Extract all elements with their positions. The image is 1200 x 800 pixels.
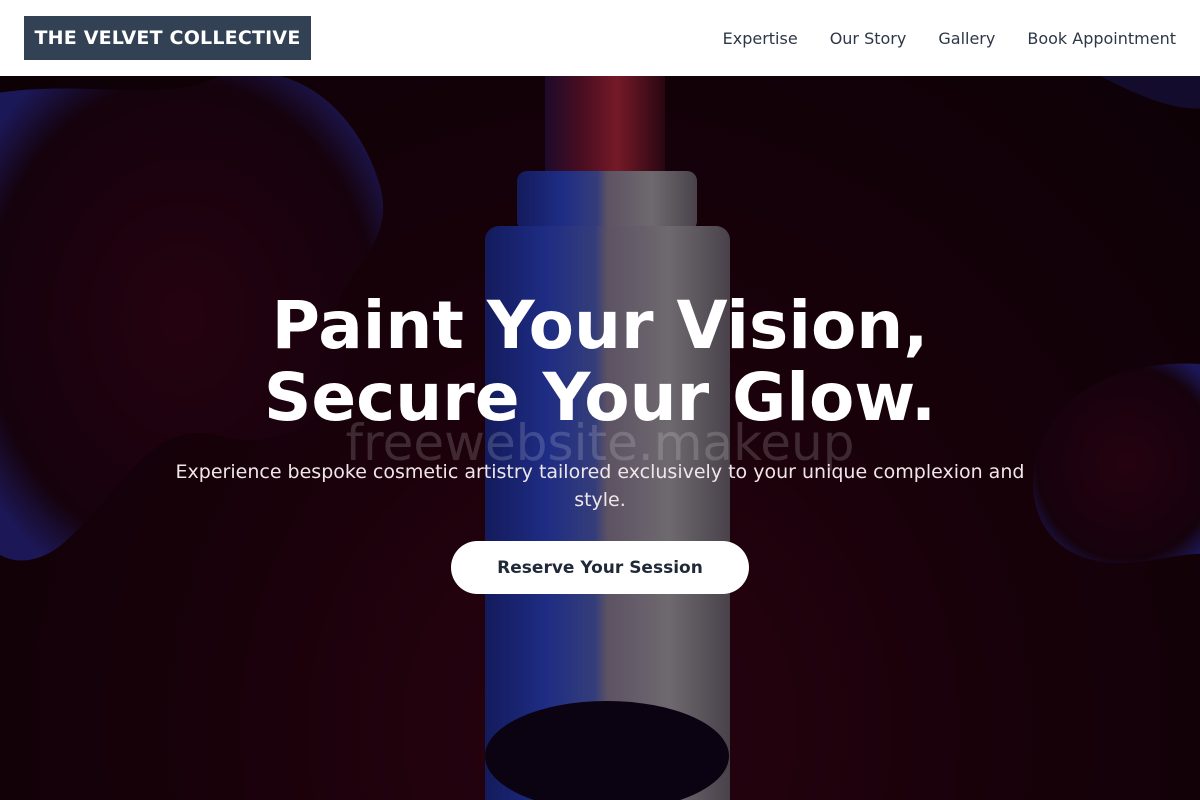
hero-subtitle: Experience bespoke cosmetic artistry tai… <box>175 461 1025 511</box>
nav-link-our-story[interactable]: Our Story <box>830 29 907 48</box>
hero-title: Paint Your Vision, Secure Your Glow. <box>0 290 1200 434</box>
nav-link-gallery[interactable]: Gallery <box>938 29 995 48</box>
site-header: THE VELVET COLLECTIVE Expertise Our Stor… <box>0 0 1200 76</box>
nav-link-book-appointment[interactable]: Book Appointment <box>1027 29 1176 48</box>
site-logo[interactable]: THE VELVET COLLECTIVE <box>24 16 311 60</box>
nav-link-expertise[interactable]: Expertise <box>723 29 798 48</box>
hero-section: Paint Your Vision, Secure Your Glow. fre… <box>0 76 1200 800</box>
hero-title-line-1: Paint Your Vision, <box>271 287 929 364</box>
main-nav: Expertise Our Story Gallery Book Appoint… <box>723 0 1176 76</box>
reserve-session-button[interactable]: Reserve Your Session <box>451 541 749 594</box>
